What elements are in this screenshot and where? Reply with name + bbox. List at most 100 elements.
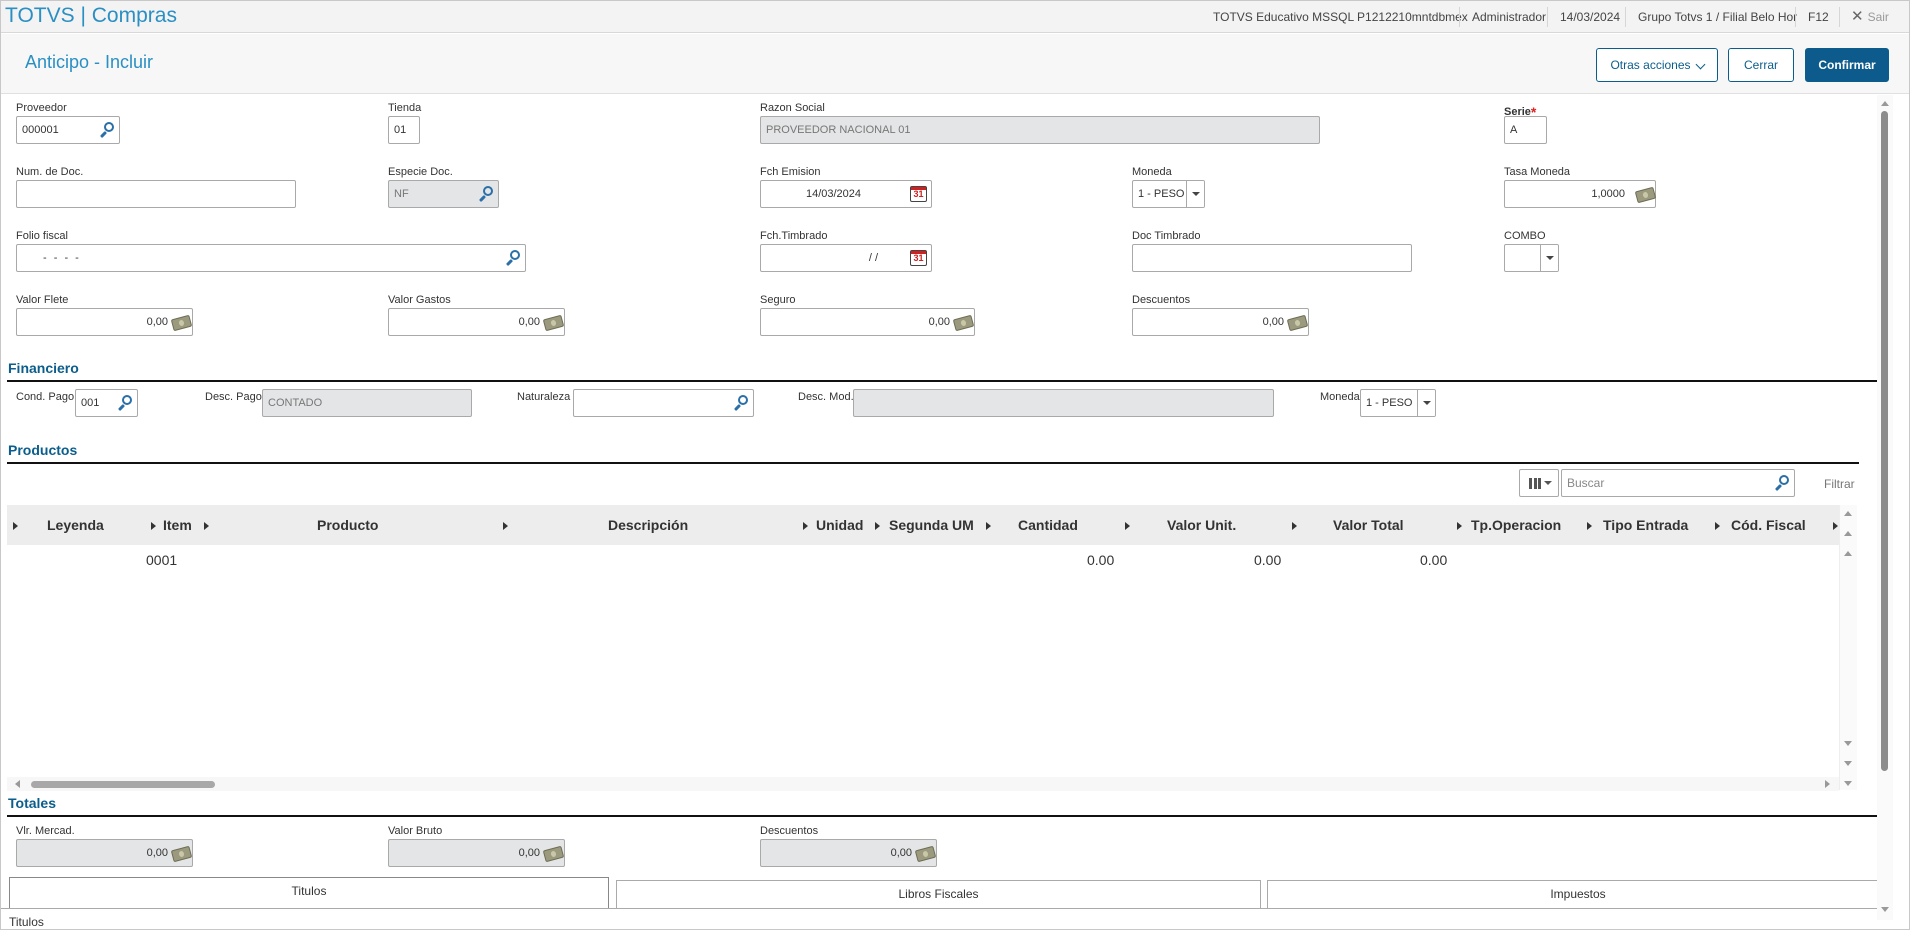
scroll-left-icon[interactable]	[15, 780, 20, 788]
scroll-up-icon[interactable]	[1881, 101, 1889, 106]
confirm-button[interactable]: Confirmar	[1805, 48, 1889, 82]
column-arrow-icon[interactable]	[151, 522, 156, 530]
descuentos-label: Descuentos	[1132, 294, 1191, 306]
fch-timbrado-input[interactable]: / /	[760, 244, 932, 272]
scroll-page-down-icon[interactable]	[1844, 761, 1852, 766]
num-doc-input[interactable]	[16, 180, 296, 208]
cell-item: 0001	[146, 552, 178, 568]
chevron-down-icon[interactable]	[1540, 245, 1558, 271]
search-icon[interactable]	[118, 395, 134, 411]
system-date[interactable]: 14/03/2024	[1548, 1, 1632, 33]
column-arrow-icon[interactable]	[204, 522, 209, 530]
product-search-input[interactable]: Buscar	[1561, 469, 1795, 497]
column-arrow-icon[interactable]	[1587, 522, 1592, 530]
col-tp-operacion[interactable]: Tp.Operacion	[1471, 505, 1561, 545]
valor-gastos-input[interactable]: 0,00	[388, 308, 565, 336]
col-cantidad[interactable]: Cantidad	[1018, 505, 1078, 545]
column-arrow-icon[interactable]	[1125, 522, 1130, 530]
column-arrow-icon[interactable]	[986, 522, 991, 530]
tab-libros-fiscales[interactable]: Libros Fiscales	[616, 880, 1261, 908]
column-arrow-icon[interactable]	[1292, 522, 1297, 530]
col-leyenda[interactable]: Leyenda	[47, 505, 104, 545]
search-icon[interactable]	[506, 250, 522, 266]
tasa-moneda-value: 1,0000	[1591, 188, 1625, 200]
descuentos-input[interactable]: 0,00	[1132, 308, 1309, 336]
scroll-top-icon[interactable]	[1844, 511, 1852, 516]
grid-vertical-scrollbar[interactable]	[1839, 505, 1857, 790]
col-segunda-um[interactable]: Segunda UM	[889, 505, 974, 545]
f12-shortcut[interactable]: F12	[1796, 1, 1841, 33]
razon-social-field: PROVEEDOR NACIONAL 01	[760, 116, 1320, 144]
scroll-down-icon[interactable]	[1844, 741, 1852, 746]
other-actions-button[interactable]: Otras acciones	[1596, 48, 1718, 82]
tab-titulos[interactable]: Titulos	[9, 877, 609, 908]
doc-timbrado-input[interactable]	[1132, 244, 1412, 272]
chevron-down-icon[interactable]	[1417, 390, 1435, 416]
column-arrow-icon[interactable]	[803, 522, 808, 530]
scroll-up-icon[interactable]	[1844, 551, 1852, 556]
grid-horizontal-scrollbar[interactable]	[7, 777, 1839, 791]
page-vertical-scrollbar[interactable]	[1877, 95, 1893, 920]
financiero-moneda-label: Moneda	[1320, 391, 1360, 403]
tab-content-title: Titulos	[9, 915, 44, 929]
column-arrow-icon[interactable]	[1715, 522, 1720, 530]
column-arrow-icon[interactable]	[1457, 522, 1462, 530]
page-scroll-thumb[interactable]	[1881, 111, 1888, 771]
column-arrow-icon[interactable]	[1833, 522, 1838, 530]
naturaleza-input[interactable]	[573, 389, 754, 417]
valor-flete-input[interactable]: 0,00	[16, 308, 193, 336]
moneda-select[interactable]: 1 - PESO	[1132, 180, 1205, 208]
scroll-right-icon[interactable]	[1825, 780, 1830, 788]
search-icon[interactable]	[100, 122, 116, 138]
financiero-section-title: Financiero	[8, 360, 79, 376]
scroll-page-up-icon[interactable]	[1844, 531, 1852, 536]
folio-fiscal-input[interactable]: - - - -	[16, 244, 526, 272]
user-name[interactable]: Administrador	[1460, 1, 1558, 33]
calendar-icon[interactable]: 31	[910, 186, 927, 202]
chevron-down-icon[interactable]	[1186, 181, 1204, 207]
close-icon: ✕	[1851, 8, 1864, 25]
totales-section-title: Totales	[8, 795, 56, 811]
column-arrow-icon[interactable]	[503, 522, 508, 530]
search-icon[interactable]	[479, 186, 495, 202]
col-item[interactable]: Item	[163, 505, 192, 545]
tab-impuestos[interactable]: Impuestos	[1267, 880, 1889, 908]
filter-link[interactable]: Filtrar	[1824, 477, 1855, 491]
col-tipo-entrada[interactable]: Tipo Entrada	[1603, 505, 1688, 545]
column-selector-button[interactable]	[1519, 469, 1559, 497]
column-arrow-icon[interactable]	[13, 522, 18, 530]
proveedor-label: Proveedor	[16, 102, 67, 114]
col-valor-unit[interactable]: Valor Unit.	[1167, 505, 1236, 545]
calendar-icon[interactable]: 31	[910, 250, 927, 266]
tab-divider	[1, 908, 1891, 909]
search-icon[interactable]	[1775, 475, 1791, 491]
seguro-input[interactable]: 0,00	[760, 308, 975, 336]
tienda-label: Tienda	[388, 102, 422, 114]
col-descripcion[interactable]: Descripción	[608, 505, 688, 545]
combo-select[interactable]	[1504, 244, 1559, 272]
proveedor-value: 000001	[22, 124, 59, 136]
page-title: Anticipo - Incluir	[25, 52, 154, 72]
scroll-down-icon[interactable]	[1881, 907, 1889, 912]
search-icon[interactable]	[734, 395, 750, 411]
section-divider	[7, 815, 1893, 817]
col-cod-fiscal[interactable]: Cód. Fiscal	[1731, 505, 1806, 545]
column-arrow-icon[interactable]	[875, 522, 880, 530]
exit-button[interactable]: ✕ Sair	[1839, 1, 1901, 33]
cell-cantidad: 0.00	[1087, 552, 1115, 568]
valor-gastos-value: 0,00	[518, 316, 540, 328]
col-valor-total[interactable]: Valor Total	[1333, 505, 1404, 545]
tienda-input[interactable]: 01	[388, 116, 420, 144]
financiero-moneda-select[interactable]: 1 - PESO	[1360, 389, 1436, 417]
close-button[interactable]: Cerrar	[1728, 48, 1794, 82]
horizontal-scroll-thumb[interactable]	[31, 781, 215, 788]
branch-selector[interactable]: Grupo Totvs 1 / Filial Belo Hor	[1626, 1, 1809, 33]
tasa-moneda-input[interactable]: 1,0000	[1504, 180, 1656, 208]
fch-emision-input[interactable]: 14/03/2024	[760, 180, 932, 208]
col-unidad[interactable]: Unidad	[816, 505, 863, 545]
totales-descuentos-value: 0,00	[890, 847, 912, 859]
scroll-bottom-icon[interactable]	[1844, 781, 1852, 786]
exit-label: Sair	[1867, 10, 1889, 24]
col-producto[interactable]: Producto	[317, 505, 378, 545]
serie-input[interactable]: A	[1504, 116, 1547, 144]
